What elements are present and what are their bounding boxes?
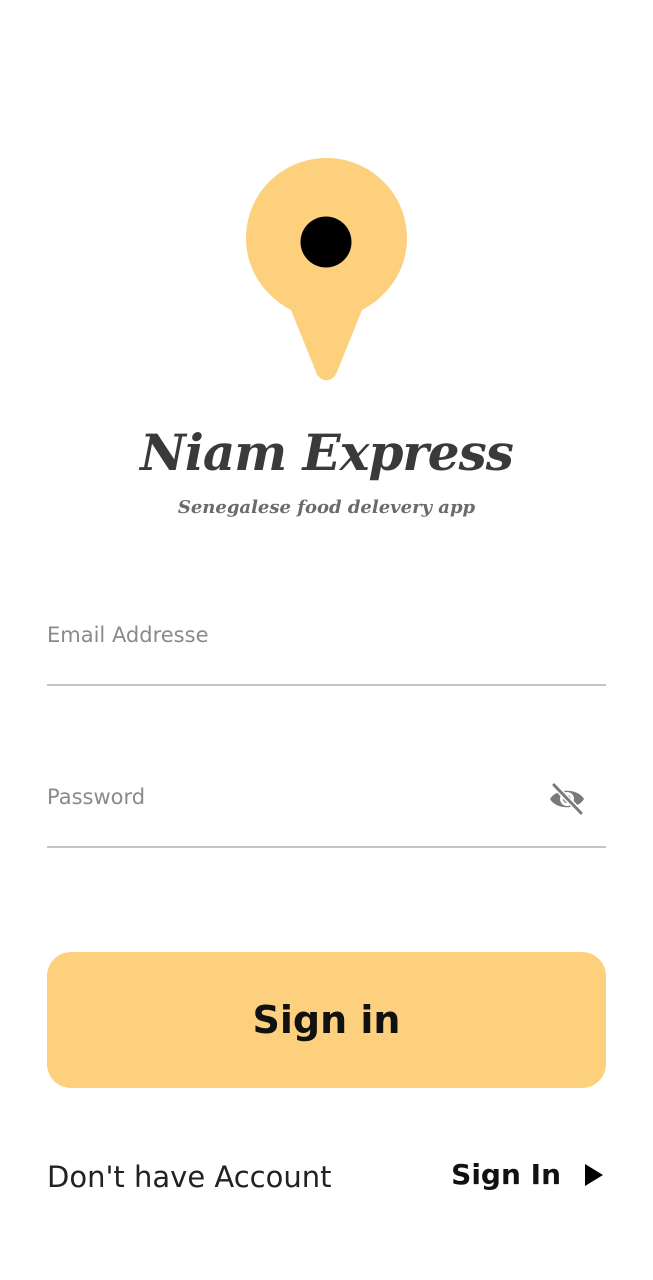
email-field[interactable] bbox=[47, 610, 527, 660]
sign-in-button[interactable]: Sign in bbox=[47, 952, 606, 1088]
play-arrow-icon bbox=[585, 1164, 603, 1186]
sign-in-link-label: Sign In bbox=[451, 1158, 561, 1191]
app-tagline: Senegalese food delevery app bbox=[177, 497, 476, 518]
map-pin-icon bbox=[246, 158, 407, 381]
sign-in-link[interactable]: Sign In bbox=[451, 1155, 603, 1195]
eye-off-icon[interactable] bbox=[546, 778, 588, 820]
password-field[interactable] bbox=[47, 772, 527, 822]
email-field-container bbox=[47, 610, 606, 686]
no-account-prompt: Don't have Account bbox=[47, 1160, 332, 1194]
app-name: Niam Express bbox=[140, 423, 514, 482]
password-field-container bbox=[47, 772, 606, 848]
